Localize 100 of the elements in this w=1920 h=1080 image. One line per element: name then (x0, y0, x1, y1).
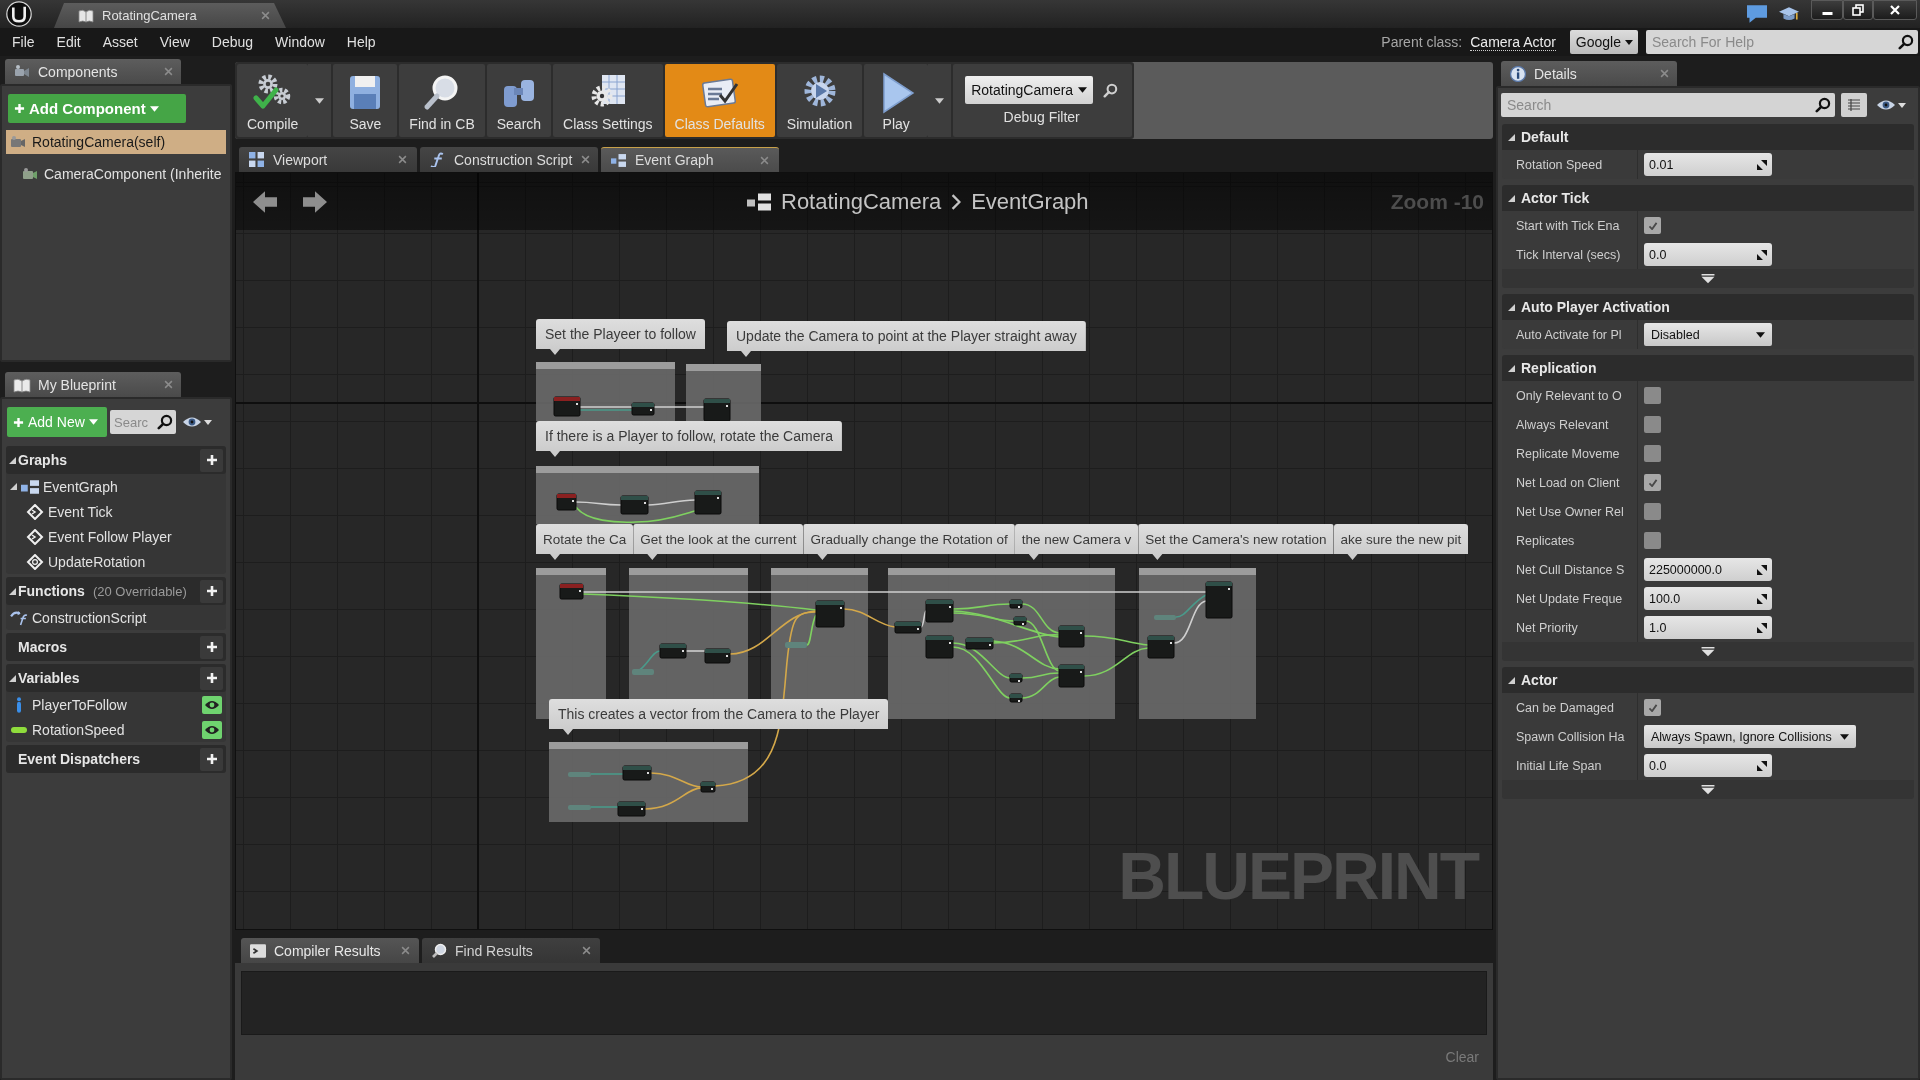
tree-item[interactable]: ConstructionScript (6, 605, 226, 630)
section-header[interactable]: Actor Tick (1502, 185, 1914, 211)
breadcrumb-item[interactable]: EventGraph (971, 188, 1089, 215)
number-field[interactable]: 1.0 (1644, 616, 1772, 639)
checkbox[interactable] (1644, 532, 1661, 549)
tree-item[interactable]: RotationSpeed (6, 717, 226, 742)
expand-triangle-icon[interactable] (1508, 676, 1515, 684)
tree-item[interactable]: Event Tick (6, 499, 226, 524)
speech-bubble-icon[interactable] (1747, 5, 1767, 23)
compile-button[interactable]: Compile (237, 64, 309, 137)
number-field[interactable]: 0.01 (1644, 153, 1772, 176)
minimize-button[interactable] (1811, 0, 1843, 20)
list-view-button[interactable] (1841, 93, 1867, 117)
number-field[interactable]: 0.0 (1644, 243, 1772, 266)
document-tab[interactable]: RotatingCamera (54, 3, 286, 28)
add-button[interactable] (200, 635, 223, 659)
restore-button[interactable] (1843, 0, 1873, 20)
output-tab[interactable]: Compiler Results (241, 938, 419, 963)
comment-bubble[interactable]: Update the Camera to point at the Player straight away (727, 321, 1086, 357)
menu-item[interactable]: Edit (45, 34, 92, 50)
number-field[interactable]: 0.0 (1644, 754, 1772, 777)
add-button[interactable] (200, 747, 223, 771)
tree-item[interactable]: Event Follow Player (6, 524, 226, 549)
back-arrow-icon[interactable] (253, 189, 277, 214)
editor-tab[interactable]: Construction Script (420, 147, 598, 172)
search-icon[interactable] (1103, 82, 1119, 98)
number-field[interactable]: 225000000.0 (1644, 558, 1772, 581)
section-header[interactable]: Auto Player Activation (1502, 294, 1914, 320)
comment-bubble[interactable]: ake sure the new pit (1333, 524, 1469, 560)
section-header[interactable]: Default (1502, 124, 1914, 150)
section-header[interactable]: Macros (6, 633, 226, 661)
expand-triangle-icon[interactable] (1508, 303, 1515, 311)
close-icon[interactable] (398, 155, 407, 164)
checkbox[interactable] (1644, 503, 1661, 520)
editor-tab[interactable]: Viewport (239, 147, 417, 172)
expand-triangle-icon[interactable] (1508, 194, 1515, 202)
close-icon[interactable] (582, 946, 591, 955)
section-header[interactable]: Functions (20 Overridable) (6, 577, 226, 605)
search-icon[interactable] (157, 414, 173, 430)
dropdown[interactable]: Disabled (1644, 323, 1772, 346)
add-button[interactable] (200, 448, 223, 472)
expand-triangle-icon[interactable] (1508, 133, 1515, 141)
close-icon[interactable] (261, 11, 270, 20)
expand-triangle-icon[interactable] (10, 483, 17, 490)
expand-arrow-icon[interactable] (1701, 273, 1715, 284)
section-header[interactable]: Graphs (6, 446, 226, 474)
tree-item[interactable]: UpdateRotation (6, 549, 226, 574)
expand-arrow-icon[interactable] (1701, 646, 1715, 657)
checkbox[interactable] (1644, 699, 1661, 716)
tree-item[interactable]: EventGraph (6, 474, 226, 499)
tree-item[interactable]: PlayerToFollow (6, 692, 226, 717)
search-provider-dropdown[interactable]: Google (1569, 30, 1638, 54)
checkbox[interactable] (1644, 217, 1661, 234)
close-icon[interactable] (760, 155, 769, 165)
expand-arrow-icon[interactable] (1701, 784, 1715, 795)
checkbox[interactable] (1644, 416, 1661, 433)
number-field[interactable]: 100.0 (1644, 587, 1772, 610)
dropdown[interactable]: Always Spawn, Ignore Collisions (1644, 725, 1856, 748)
forward-arrow-icon[interactable] (303, 189, 327, 214)
class-settings-button[interactable]: Class Settings (553, 64, 663, 137)
checkbox[interactable] (1644, 474, 1661, 491)
find-in-cb-button[interactable]: Find in CB (399, 64, 485, 137)
close-button[interactable] (1873, 0, 1917, 20)
menu-item[interactable]: Asset (91, 34, 149, 50)
menu-item[interactable]: File (1, 34, 46, 50)
eye-icon[interactable] (202, 720, 222, 739)
close-icon[interactable] (401, 946, 410, 955)
section-header[interactable]: Event Dispatchers (6, 745, 226, 773)
add-button[interactable] (200, 666, 223, 690)
panel-tab[interactable]: Components (5, 59, 181, 84)
menu-item[interactable]: View (148, 34, 201, 50)
output-tab[interactable]: Find Results (422, 938, 600, 963)
checkbox[interactable] (1644, 387, 1661, 404)
eye-icon[interactable] (202, 695, 222, 714)
editor-tab[interactable]: Event Graph (601, 147, 779, 172)
expand-triangle-icon[interactable] (9, 674, 16, 682)
view-options-button[interactable] (183, 417, 212, 427)
section-header[interactable]: Actor (1502, 667, 1914, 693)
panel-tab[interactable]: Details (1501, 61, 1677, 86)
component-item[interactable]: RotatingCamera(self) (6, 130, 226, 154)
blueprint-search-field[interactable]: Searc (110, 410, 157, 434)
close-icon[interactable] (581, 155, 591, 164)
section-header[interactable]: Variables (6, 664, 226, 692)
menu-item[interactable]: Window (264, 34, 336, 50)
section-header[interactable]: Replication (1502, 355, 1914, 381)
panel-tab[interactable]: My Blueprint (5, 372, 181, 397)
component-item[interactable]: CameraComponent (Inherite (6, 162, 226, 186)
view-options-button[interactable] (1877, 100, 1906, 110)
search-icon[interactable] (1898, 34, 1914, 50)
play-button[interactable]: Play (864, 64, 929, 137)
comment-bubble[interactable]: Set the Playeer to follow (536, 319, 705, 355)
save-button[interactable]: Save (333, 64, 398, 137)
expand-triangle-icon[interactable] (9, 456, 16, 464)
simulation-button[interactable]: Simulation (776, 64, 863, 137)
graduation-cap-icon[interactable] (1779, 5, 1799, 23)
breadcrumb-item[interactable]: RotatingCamera (781, 188, 942, 215)
search-icon[interactable] (1815, 97, 1831, 113)
checkbox[interactable] (1644, 445, 1661, 462)
debug-object-dropdown[interactable]: RotatingCamera (965, 76, 1094, 104)
parent-class-link[interactable]: Camera Actor (1470, 33, 1556, 51)
